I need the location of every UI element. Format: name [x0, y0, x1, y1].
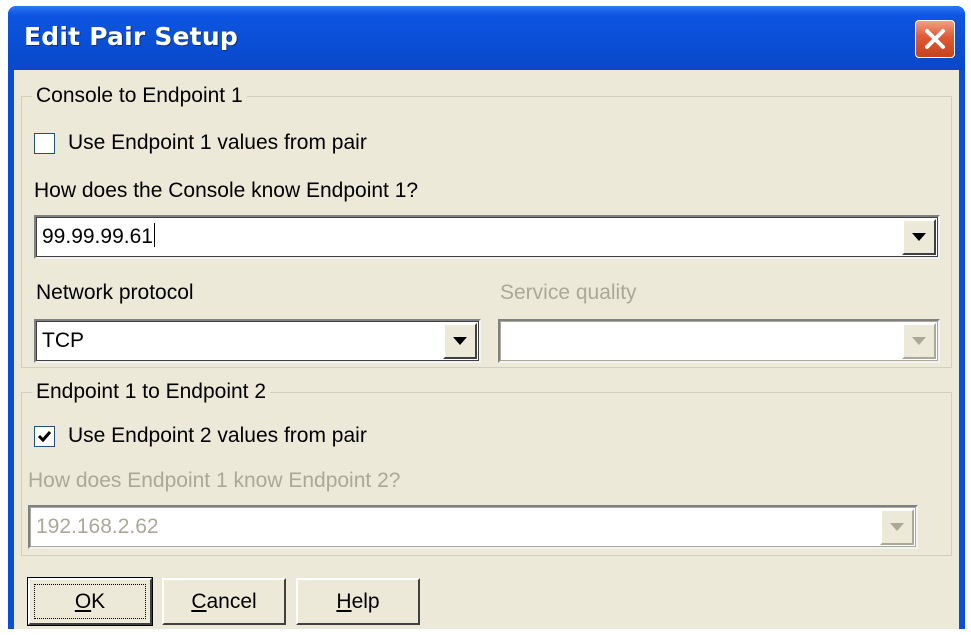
endpoint1-address-dropdown-button[interactable] [902, 219, 936, 255]
network-protocol-combobox[interactable]: TCP [34, 319, 481, 363]
network-protocol-dropdown-button[interactable] [443, 323, 477, 359]
console-to-endpoint1-group: Console to Endpoint 1 Use Endpoint 1 val… [21, 82, 952, 368]
chevron-down-icon [453, 337, 467, 345]
endpoint2-address-dropdown-button [880, 509, 914, 545]
service-quality-label: Service quality [500, 281, 637, 304]
close-icon [925, 29, 945, 49]
text-caret [153, 223, 155, 247]
dialog-window: Edit Pair Setup Console to Endpoint 1 Us… [8, 6, 965, 629]
use-endpoint1-values-label[interactable]: Use Endpoint 1 values from pair [68, 129, 367, 157]
use-endpoint1-values-checkbox[interactable] [34, 133, 55, 154]
chevron-down-icon [912, 337, 926, 345]
chevron-down-icon [890, 523, 904, 531]
chevron-down-icon [912, 233, 926, 241]
help-button[interactable]: Help [296, 578, 420, 625]
group-legend: Endpoint 1 to Endpoint 2 [32, 378, 271, 406]
network-protocol-label: Network protocol [36, 281, 194, 304]
service-quality-combobox [498, 319, 940, 363]
dialog-client-area: Console to Endpoint 1 Use Endpoint 1 val… [14, 70, 959, 629]
endpoint1-address-combobox[interactable]: 99.99.99.61 [34, 215, 940, 259]
cancel-button-label: Cancel [191, 589, 257, 613]
endpoint2-address-combobox: 192.168.2.62 [28, 505, 918, 549]
use-endpoint2-values-checkbox[interactable] [34, 426, 55, 447]
endpoint1-address-value[interactable]: 99.99.99.61 [42, 225, 153, 248]
focus-rectangle [34, 584, 146, 619]
use-endpoint2-values-label[interactable]: Use Endpoint 2 values from pair [68, 422, 367, 450]
checkmark-icon [37, 431, 52, 443]
ok-button[interactable]: OK [27, 577, 153, 626]
close-button[interactable] [915, 20, 955, 58]
dialog-title: Edit Pair Setup [24, 22, 238, 51]
cancel-button[interactable]: Cancel [162, 578, 286, 625]
endpoint2-address-value: 192.168.2.62 [36, 515, 159, 538]
network-protocol-value[interactable]: TCP [42, 327, 84, 355]
title-bar[interactable]: Edit Pair Setup [8, 6, 965, 70]
group-legend: Console to Endpoint 1 [32, 82, 247, 110]
endpoint1-to-endpoint2-group: Endpoint 1 to Endpoint 2 Use Endpoint 2 … [21, 378, 952, 556]
help-button-label: Help [336, 589, 380, 613]
endpoint1-question-label: How does Endpoint 1 know Endpoint 2? [28, 469, 401, 492]
console-question-label: How does the Console know Endpoint 1? [34, 179, 419, 202]
service-quality-dropdown-button [902, 323, 936, 359]
